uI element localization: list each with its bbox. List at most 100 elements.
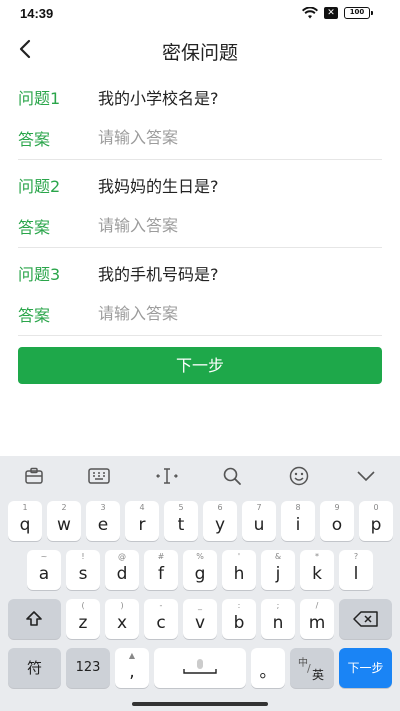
answer-label-2: 答案 bbox=[18, 217, 51, 237]
key-g-alt: % bbox=[196, 552, 204, 561]
answer-label-3: 答案 bbox=[18, 305, 51, 325]
key-g[interactable]: % g bbox=[183, 550, 217, 590]
key-l[interactable]: ? l bbox=[339, 550, 373, 590]
key-z-alt: ( bbox=[81, 601, 85, 610]
key-v-alt: _ bbox=[198, 601, 202, 610]
number-key[interactable]: 123 bbox=[66, 648, 110, 688]
answer-row-3: 答案 bbox=[18, 292, 382, 336]
key-s-label: s bbox=[78, 564, 88, 584]
key-z-label: z bbox=[78, 613, 88, 633]
search-icon[interactable] bbox=[220, 466, 244, 486]
key-z[interactable]: (z bbox=[66, 599, 100, 639]
backspace-icon bbox=[353, 611, 378, 627]
key-l-label: l bbox=[353, 564, 359, 584]
key-x[interactable]: ) x bbox=[105, 599, 139, 639]
comma-key-label: , bbox=[129, 662, 135, 682]
answer-input-1[interactable] bbox=[98, 128, 378, 147]
keyboard-row-2: ~ a! s @ d # f% g ' h & j * k? l bbox=[0, 550, 400, 590]
key-e[interactable]: 3e bbox=[86, 501, 120, 541]
key-m-alt: / bbox=[315, 601, 319, 610]
key-p-label: p bbox=[370, 515, 382, 535]
key-h[interactable]: ' h bbox=[222, 550, 256, 590]
key-m[interactable]: / m bbox=[300, 599, 334, 639]
key-q[interactable]: 1q bbox=[8, 501, 42, 541]
key-u[interactable]: 7u bbox=[242, 501, 276, 541]
keyboard-toolbar bbox=[0, 456, 400, 496]
key-p[interactable]: 0p bbox=[359, 501, 393, 541]
symbol-key[interactable]: 符 bbox=[8, 648, 61, 688]
key-x-alt: ) bbox=[120, 601, 124, 610]
wifi-icon bbox=[302, 7, 318, 19]
battery-icon: 100 bbox=[344, 7, 373, 19]
key-o[interactable]: 9o bbox=[320, 501, 354, 541]
soft-keyboard: 1q2w3e4r5t6y7u8i9o0p ~ a! s @ d # f% g ' h & j * k? l … bbox=[0, 456, 400, 711]
key-l-alt: ? bbox=[353, 552, 359, 561]
key-s-alt: ! bbox=[81, 552, 85, 561]
keyboard-layout-icon[interactable] bbox=[87, 466, 111, 486]
key-m-label: m bbox=[308, 613, 326, 633]
backspace-key[interactable] bbox=[339, 599, 392, 639]
key-b-alt: : bbox=[237, 601, 241, 610]
question-label-1: 问题1 bbox=[18, 89, 61, 108]
key-r[interactable]: 4r bbox=[125, 501, 159, 541]
shift-key[interactable] bbox=[8, 599, 61, 639]
question-row-2: 问题2 我妈妈的生日是? bbox=[18, 163, 382, 207]
key-t-alt: 5 bbox=[178, 503, 184, 512]
key-f[interactable]: # f bbox=[144, 550, 178, 590]
key-s[interactable]: ! s bbox=[66, 550, 100, 590]
key-w[interactable]: 2w bbox=[47, 501, 81, 541]
question-text-2: 我妈妈的生日是? bbox=[98, 177, 219, 196]
key-b-label: b bbox=[233, 613, 245, 633]
period-key-label: 。 bbox=[259, 662, 277, 682]
key-d[interactable]: @ d bbox=[105, 550, 139, 590]
page-title: 密保问题 bbox=[161, 42, 238, 64]
key-t-label: t bbox=[177, 515, 185, 535]
answer-label-1: 答案 bbox=[18, 129, 51, 149]
key-r-label: r bbox=[138, 515, 146, 535]
key-r-alt: 4 bbox=[139, 503, 145, 512]
key-y[interactable]: 6y bbox=[203, 501, 237, 541]
chevron-down-icon[interactable] bbox=[354, 466, 378, 486]
enter-next-key[interactable]: 下一步 bbox=[339, 648, 392, 688]
question-label-2: 问题2 bbox=[18, 177, 61, 196]
key-a[interactable]: ~ a bbox=[27, 550, 61, 590]
cursor-move-icon[interactable] bbox=[155, 466, 179, 486]
next-step-button[interactable]: 下一步 bbox=[18, 347, 382, 384]
key-i[interactable]: 8i bbox=[281, 501, 315, 541]
symbol-key-label: 符 bbox=[26, 659, 42, 677]
key-c[interactable]: -c bbox=[144, 599, 178, 639]
period-key[interactable]: 。 bbox=[251, 648, 285, 688]
key-a-alt: ~ bbox=[40, 552, 48, 561]
key-p-alt: 0 bbox=[373, 503, 379, 512]
answer-input-2[interactable] bbox=[98, 216, 378, 235]
question-label-3: 问题3 bbox=[18, 265, 61, 284]
language-switch-key[interactable]: 中 / 英 bbox=[290, 648, 334, 688]
keyboard-row-3: (z) x - c _ v: b; n / m bbox=[0, 599, 400, 639]
key-i-alt: 8 bbox=[295, 503, 301, 512]
key-f-alt: # bbox=[157, 552, 165, 561]
emoji-icon[interactable] bbox=[287, 466, 311, 486]
nav-bar: 密保问题 bbox=[0, 28, 400, 72]
space-key[interactable] bbox=[154, 648, 246, 688]
status-bar: 14:39 ✕ 100 bbox=[0, 0, 400, 28]
key-k[interactable]: * k bbox=[300, 550, 334, 590]
clipboard-icon[interactable] bbox=[22, 466, 46, 486]
key-t[interactable]: 5t bbox=[164, 501, 198, 541]
sim-off-icon: ✕ bbox=[324, 7, 338, 19]
comma-key[interactable]: ▲ , bbox=[115, 648, 149, 688]
answer-input-3[interactable] bbox=[98, 304, 378, 323]
key-c-alt: - bbox=[159, 601, 163, 610]
key-k-alt: * bbox=[315, 552, 319, 561]
question-row-3: 问题3 我的手机号码是? bbox=[18, 251, 382, 295]
key-v[interactable]: _ v bbox=[183, 599, 217, 639]
key-j[interactable]: & j bbox=[261, 550, 295, 590]
key-n[interactable]: ; n bbox=[261, 599, 295, 639]
keyboard-row-1: 1q2w3e4r5t6y7u8i9o0p bbox=[0, 501, 400, 541]
key-n-label: n bbox=[272, 613, 284, 633]
key-h-alt: ' bbox=[237, 552, 241, 561]
key-o-label: o bbox=[331, 515, 343, 535]
home-indicator[interactable] bbox=[132, 702, 268, 706]
key-g-label: g bbox=[194, 564, 206, 584]
key-b[interactable]: :b bbox=[222, 599, 256, 639]
key-h-label: h bbox=[233, 564, 245, 584]
